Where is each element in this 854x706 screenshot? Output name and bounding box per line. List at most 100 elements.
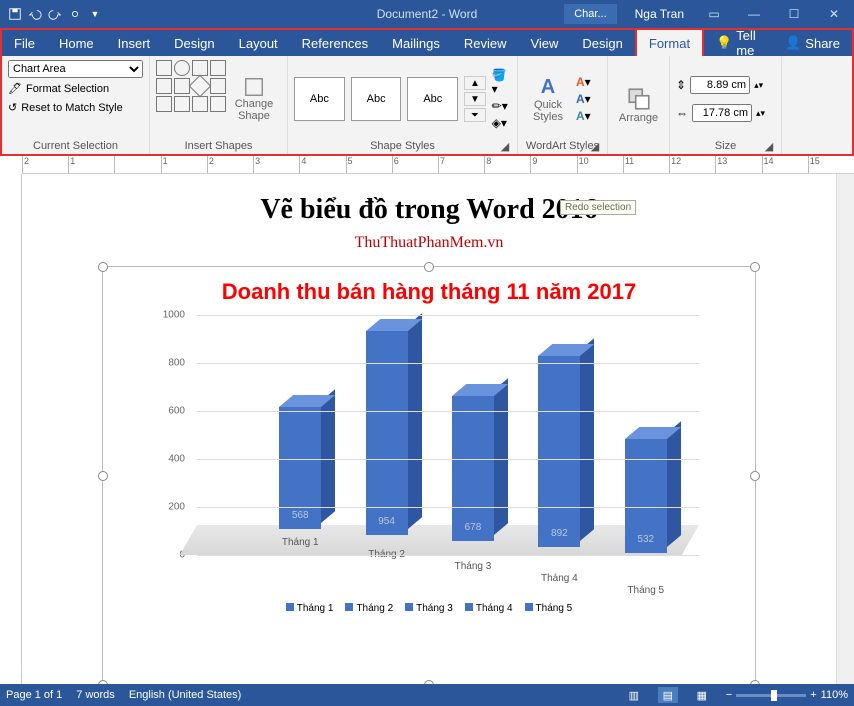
shape-fill-button[interactable]: 🪣▾: [492, 68, 512, 96]
text-outline-button[interactable]: A▾: [576, 92, 591, 106]
format-selection-button[interactable]: 🖊 Format Selection: [8, 80, 143, 97]
height-input[interactable]: [690, 76, 750, 94]
undo-icon[interactable]: [26, 5, 44, 23]
resize-handle[interactable]: [750, 471, 760, 481]
contextual-tab-label[interactable]: Char...: [564, 4, 616, 24]
zoom-in-icon[interactable]: +: [810, 689, 816, 701]
language-indicator[interactable]: English (United States): [129, 689, 242, 701]
zoom-slider[interactable]: [736, 694, 806, 697]
tab-home[interactable]: Home: [47, 30, 106, 57]
gallery-up-icon[interactable]: ▲: [464, 76, 485, 90]
tab-view[interactable]: View: [518, 30, 570, 57]
quick-styles-button[interactable]: A Quick Styles: [524, 76, 572, 123]
arrange-button[interactable]: Arrange: [615, 86, 663, 124]
vertical-scrollbar[interactable]: [836, 174, 854, 684]
bar[interactable]: 954Tháng 2: [366, 321, 408, 535]
close-icon[interactable]: ✕: [814, 0, 854, 28]
bar[interactable]: 568Tháng 1: [279, 315, 321, 529]
width-input[interactable]: [692, 104, 752, 122]
tell-me-label: Tell me: [736, 28, 761, 58]
shape-style-1[interactable]: Abc: [294, 77, 345, 121]
bar[interactable]: 678Tháng 3: [452, 327, 494, 541]
vertical-ruler[interactable]: [0, 174, 22, 684]
shape-outline-button[interactable]: ✏▾: [492, 99, 512, 113]
legend-item[interactable]: Tháng 1: [286, 603, 334, 614]
page-indicator[interactable]: Page 1 of 1: [6, 689, 62, 701]
text-fill-button[interactable]: A▾: [576, 75, 591, 89]
user-name[interactable]: Nga Tran: [625, 7, 694, 21]
minimize-icon[interactable]: —: [734, 0, 774, 28]
tab-review[interactable]: Review: [452, 30, 519, 57]
tab-insert[interactable]: Insert: [106, 30, 163, 57]
bar-value: 568: [279, 510, 321, 521]
tab-format[interactable]: Format: [635, 28, 704, 59]
y-tick: 1000: [163, 310, 185, 321]
x-label: Tháng 5: [627, 585, 664, 596]
tab-references[interactable]: References: [290, 30, 380, 57]
shape-style-3[interactable]: Abc: [407, 77, 458, 121]
text-effects-button[interactable]: A▾: [576, 109, 591, 123]
stepper-icon[interactable]: ▴▾: [754, 80, 763, 91]
resize-handle[interactable]: [750, 262, 760, 272]
resize-handle[interactable]: [98, 471, 108, 481]
legend-item[interactable]: Tháng 4: [465, 603, 513, 614]
share-button[interactable]: 👤 Share: [773, 29, 852, 57]
format-selection-label: Format Selection: [26, 83, 109, 95]
change-shape-button[interactable]: Change Shape: [230, 60, 278, 138]
touch-mode-icon[interactable]: [66, 5, 84, 23]
print-layout-icon[interactable]: ▤: [658, 687, 678, 703]
chart-element-dropdown[interactable]: Chart Area: [8, 60, 143, 78]
change-shape-label: Change Shape: [230, 98, 278, 122]
zoom-out-icon[interactable]: −: [726, 689, 732, 701]
page-link[interactable]: ThuThuatPhanMem.vn: [355, 234, 504, 251]
tab-mailings[interactable]: Mailings: [380, 30, 452, 57]
reset-style-button[interactable]: ↺ Reset to Match Style: [8, 99, 143, 116]
qat-more-icon[interactable]: ▼: [86, 5, 104, 23]
tab-design[interactable]: Design: [162, 30, 226, 57]
maximize-icon[interactable]: ☐: [774, 0, 814, 28]
save-icon[interactable]: [6, 5, 24, 23]
y-tick: 400: [168, 454, 185, 465]
gallery-more-icon[interactable]: ⏷: [464, 108, 485, 122]
document-title: Document2 - Word: [377, 7, 477, 21]
tab-layout[interactable]: Layout: [227, 30, 290, 57]
shape-effects-button[interactable]: ◈▾: [492, 116, 512, 130]
tab-chart-design[interactable]: Design: [570, 30, 634, 57]
chart-legend[interactable]: Tháng 1 Tháng 2 Tháng 3 Tháng 4 Tháng 5: [123, 603, 735, 614]
legend-item[interactable]: Tháng 2: [345, 603, 393, 614]
gallery-down-icon[interactable]: ▼: [464, 92, 485, 106]
redo-icon[interactable]: [46, 5, 64, 23]
legend-item[interactable]: Tháng 5: [525, 603, 573, 614]
ribbon-options-icon[interactable]: ▭: [694, 0, 734, 28]
horizontal-ruler[interactable]: 21123456789101112131415: [22, 156, 854, 174]
zoom-level[interactable]: 110%: [821, 689, 848, 701]
bar[interactable]: 532Tháng 5: [625, 339, 667, 553]
shape-gallery[interactable]: [156, 60, 226, 138]
word-count[interactable]: 7 words: [76, 689, 115, 701]
read-mode-icon[interactable]: ▥: [624, 687, 644, 703]
bar[interactable]: 892Tháng 4: [538, 333, 580, 547]
stepper-icon[interactable]: ▴▾: [756, 108, 765, 119]
x-label: Tháng 1: [282, 537, 319, 548]
document-area[interactable]: Vẽ biểu đồ trong Word 2016 ThuThuatPhanM…: [22, 174, 836, 684]
y-tick: 600: [168, 406, 185, 417]
dialog-launcher-icon[interactable]: ◢: [499, 140, 511, 152]
bar-value: 954: [366, 516, 408, 527]
resize-handle[interactable]: [424, 262, 434, 272]
resize-handle[interactable]: [98, 262, 108, 272]
tab-file[interactable]: File: [2, 30, 47, 57]
chart-object[interactable]: Doanh thu bán hàng tháng 11 năm 2017 020…: [102, 266, 756, 684]
group-insert-shapes: Change Shape Insert Shapes: [150, 56, 288, 154]
legend-item[interactable]: Tháng 3: [405, 603, 453, 614]
shape-style-2[interactable]: Abc: [351, 77, 402, 121]
dialog-launcher-icon[interactable]: ◢: [763, 140, 775, 152]
page: Vẽ biểu đồ trong Word 2016 ThuThuatPhanM…: [22, 174, 836, 684]
group-current-selection: Chart Area 🖊 Format Selection ↺ Reset to…: [2, 56, 150, 154]
chart-plot[interactable]: 02004006008001000 568Tháng 1954Tháng 267…: [149, 315, 709, 595]
group-label: Shape Styles◢: [294, 138, 511, 152]
bar-value: 532: [625, 534, 667, 545]
title-bar: ▼ Document2 - Word Char... Nga Tran ▭ — …: [0, 0, 854, 28]
web-layout-icon[interactable]: ▦: [692, 687, 712, 703]
chart-title[interactable]: Doanh thu bán hàng tháng 11 năm 2017: [123, 279, 735, 305]
dialog-launcher-icon[interactable]: ◢: [589, 140, 601, 152]
